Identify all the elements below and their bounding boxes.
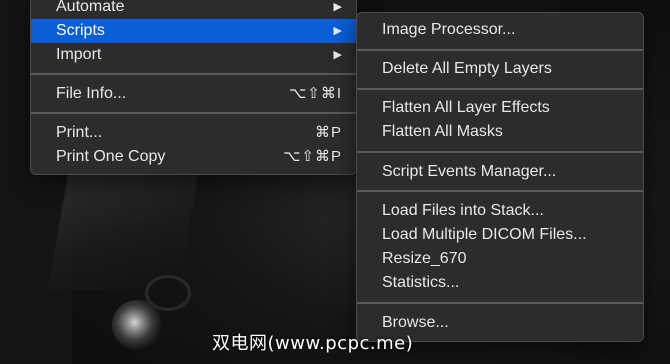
menu-separator (357, 302, 643, 304)
menu-item-statistics[interactable]: Statistics... (357, 271, 643, 295)
menu-item-image-processor[interactable]: Image Processor... (357, 18, 643, 42)
menu-item-flatten-all-masks[interactable]: Flatten All Masks (357, 120, 643, 144)
menu-item-print-one-copy[interactable]: Print One Copy ⌥⇧⌘P (31, 145, 356, 169)
keyboard-shortcut: ⌘P (314, 124, 342, 141)
menu-item-print[interactable]: Print... ⌘P (31, 121, 356, 145)
menu-item-label: Scripts (56, 22, 105, 39)
menu-separator (357, 190, 643, 192)
keyboard-shortcut: ⌥⇧⌘P (283, 148, 342, 165)
menu-item-flatten-all-layer-effects[interactable]: Flatten All Layer Effects (357, 96, 643, 120)
submenu-arrow-icon: ▶ (333, 25, 342, 37)
menu-separator (357, 151, 643, 153)
menu-item-import[interactable]: Import ▶ (31, 43, 356, 67)
menu-item-label: Flatten All Masks (382, 123, 503, 140)
menu-item-label: File Info... (56, 85, 127, 102)
submenu-arrow-icon: ▶ (333, 49, 342, 61)
menu-item-label: Script Events Manager... (382, 163, 557, 180)
submenu-arrow-icon: ▶ (333, 1, 342, 13)
menu-separator (31, 73, 356, 75)
menu-item-label: Automate (56, 0, 125, 15)
menu-item-label: Flatten All Layer Effects (382, 99, 550, 116)
watermark-text: 双电网(www.pcpc.me) (212, 333, 414, 354)
menu-item-label: Print... (56, 124, 103, 141)
menu-item-file-info[interactable]: File Info... ⌥⇧⌘I (31, 82, 356, 106)
menu-item-label: Image Processor... (382, 21, 516, 38)
menu-item-label: Statistics... (382, 274, 460, 291)
keyboard-shortcut: ⌥⇧⌘I (288, 85, 342, 102)
menu-item-load-files-into-stack[interactable]: Load Files into Stack... (357, 199, 643, 223)
menu-item-scripts[interactable]: Scripts ▶ (31, 19, 356, 43)
file-menu: Automate ▶ Scripts ▶ Import ▶ File Info.… (30, 0, 357, 175)
menu-item-label: Delete All Empty Layers (382, 60, 552, 77)
menu-separator (357, 88, 643, 90)
menu-item-label: Load Multiple DICOM Files... (382, 226, 587, 243)
menu-item-load-multiple-dicom-files[interactable]: Load Multiple DICOM Files... (357, 223, 643, 247)
menu-item-label: Import (56, 46, 102, 63)
menu-separator (357, 49, 643, 51)
menu-separator (31, 112, 356, 114)
menu-item-resize-670[interactable]: Resize_670 (357, 247, 643, 271)
menu-item-script-events-manager[interactable]: Script Events Manager... (357, 160, 643, 184)
menu-item-label: Load Files into Stack... (382, 202, 544, 219)
menu-item-label: Resize_670 (382, 250, 467, 267)
photo-object-knob (112, 300, 162, 350)
scripts-submenu: Image Processor... Delete All Empty Laye… (356, 12, 644, 342)
menu-item-automate[interactable]: Automate ▶ (31, 0, 356, 19)
screen: Automate ▶ Scripts ▶ Import ▶ File Info.… (0, 0, 670, 364)
menu-item-delete-all-empty-layers[interactable]: Delete All Empty Layers (357, 57, 643, 81)
menu-item-label: Print One Copy (56, 148, 166, 165)
